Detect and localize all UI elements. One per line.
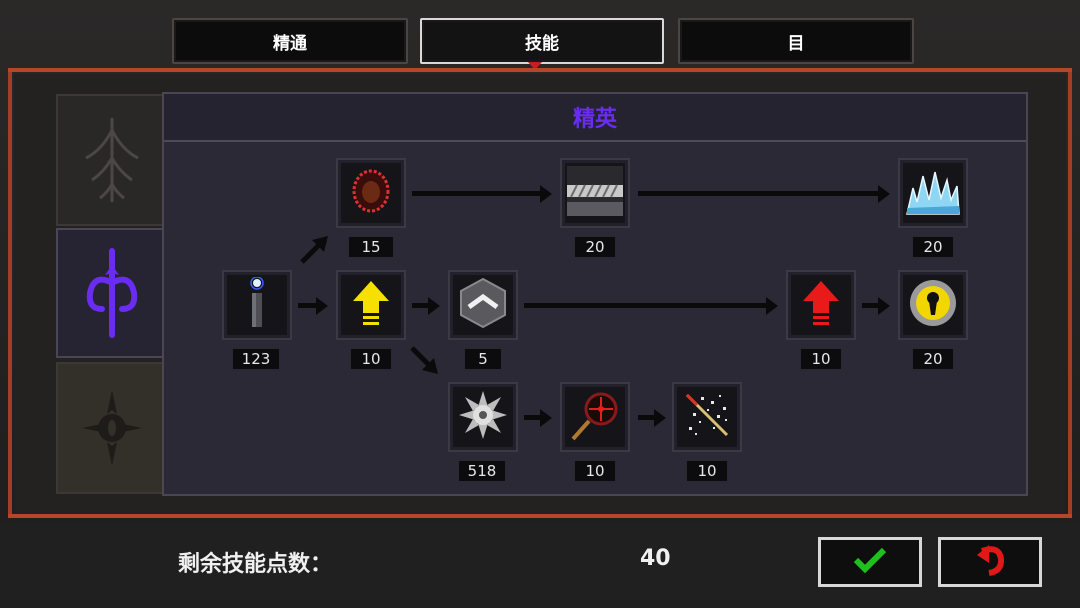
reset-button[interactable] — [938, 537, 1042, 587]
skill-node-ice-spikes[interactable] — [898, 158, 968, 228]
skill-count: 518 — [458, 460, 506, 482]
arrow-head — [878, 185, 890, 203]
arrow-head — [540, 409, 552, 427]
tab-label: 精通 — [273, 33, 307, 54]
frame-left-edge — [8, 72, 12, 516]
skill-node-red-aura[interactable] — [336, 158, 406, 228]
trident-rune-icon — [72, 243, 152, 343]
skill-count: 5 — [464, 348, 502, 370]
arrow-connector — [298, 303, 318, 308]
green-check-icon — [853, 547, 887, 577]
skill-count: 10 — [574, 460, 616, 482]
skill-count: 10 — [350, 348, 392, 370]
arrow-head — [540, 185, 552, 203]
divider-top — [8, 68, 1072, 72]
frame-right-edge — [1068, 72, 1072, 516]
skill-node-keyhole[interactable] — [898, 270, 968, 340]
arrow-head — [428, 297, 440, 315]
skill-count: 15 — [348, 236, 394, 258]
crosshair-magnifier-icon — [569, 389, 621, 445]
skill-tree-panel: 精英 15 20 20 123 10 5 10 20 518 10 10 — [162, 92, 1028, 496]
candle-icon — [242, 276, 272, 333]
chevron-shield-icon — [457, 277, 509, 333]
category-tab-3[interactable] — [56, 362, 168, 494]
arrow-head — [766, 297, 778, 315]
skill-node-red-up[interactable] — [786, 270, 856, 340]
diagonal-arrow-up — [300, 236, 328, 264]
skill-count: 123 — [232, 348, 280, 370]
arrow-connector — [412, 191, 542, 196]
red-undo-icon — [973, 543, 1007, 581]
tree-title: 精英 — [572, 107, 617, 132]
chain-icon — [567, 166, 623, 220]
skill-count: 10 — [686, 460, 728, 482]
skill-node-candle[interactable] — [222, 270, 292, 340]
spiked-mine-icon — [457, 389, 509, 445]
skill-count: 20 — [912, 236, 954, 258]
tab-label: 技能 — [525, 33, 559, 54]
skill-node-spiked-mine[interactable] — [448, 382, 518, 452]
arrow-connector — [524, 303, 768, 308]
skill-count: 20 — [912, 348, 954, 370]
tab-skills[interactable]: 技能 — [420, 18, 664, 64]
arrow-head — [878, 297, 890, 315]
red-up-arrow-icon — [801, 279, 841, 331]
arrow-connector — [638, 191, 880, 196]
skill-count: 10 — [800, 348, 842, 370]
spiky-tree-icon — [72, 110, 152, 210]
skill-node-crosshair[interactable] — [560, 382, 630, 452]
divider-bottom — [8, 514, 1072, 518]
sparkle-wand-icon — [681, 389, 733, 445]
category-tab-1[interactable] — [56, 94, 168, 226]
skill-node-chain[interactable] — [560, 158, 630, 228]
sun-eye-icon — [72, 378, 152, 478]
tab-mastery[interactable]: 精通 — [172, 18, 408, 64]
tab-goals[interactable]: 目 — [678, 18, 914, 64]
skill-node-chevron[interactable] — [448, 270, 518, 340]
diagonal-arrow-down — [410, 346, 438, 374]
tree-header: 精英 — [164, 94, 1026, 142]
skill-node-sparkle-wand[interactable] — [672, 382, 742, 452]
remaining-points-label: 剩余技能点数： — [178, 552, 333, 577]
remaining-points-value: 40 — [640, 546, 671, 571]
keyhole-icon — [907, 277, 959, 333]
category-tab-2[interactable] — [56, 228, 168, 358]
arrow-head — [316, 297, 328, 315]
yellow-up-arrow-icon — [351, 279, 391, 331]
skill-node-yellow-up[interactable] — [336, 270, 406, 340]
arrow-head — [654, 409, 666, 427]
skill-count: 20 — [574, 236, 616, 258]
tab-label: 目 — [787, 33, 805, 54]
red-aura-icon — [346, 166, 396, 220]
confirm-button[interactable] — [818, 537, 922, 587]
ice-spikes-icon — [905, 166, 961, 220]
